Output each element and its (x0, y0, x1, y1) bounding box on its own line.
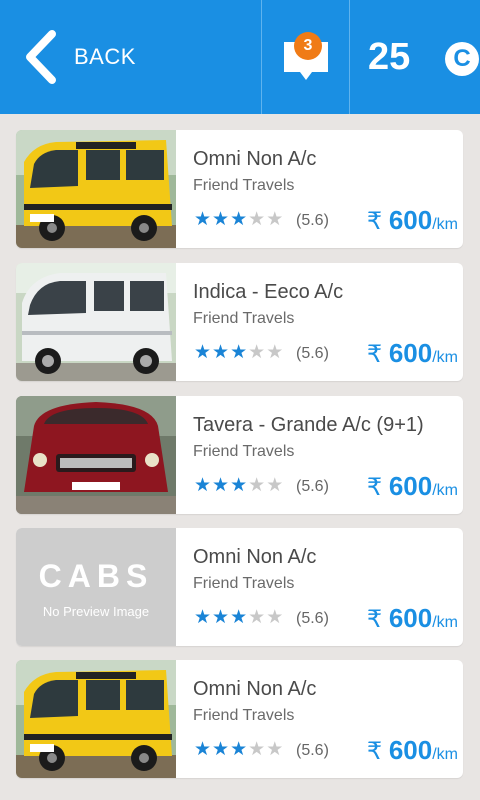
notification-badge: 3 (294, 32, 322, 60)
cab-card[interactable]: Omni Non A/c Friend Travels ★★★★★ (5.6) ₹ 60… (16, 660, 463, 778)
star-icon: ★ (194, 607, 213, 628)
star-icon: ★ (248, 607, 267, 628)
price-unit: /km (432, 216, 458, 233)
cab-card[interactable]: Omni Non A/c Friend Travels ★★★★★ (5.6) ₹ 60… (16, 130, 463, 248)
star-icon: ★ (230, 209, 249, 230)
rating-value: (5.6) (296, 345, 329, 362)
star-rating: ★★★★★ (194, 738, 284, 761)
star-icon: ★ (266, 209, 285, 230)
rupee-icon: ₹ (366, 474, 389, 501)
cab-title: Omni Non A/c (193, 148, 317, 170)
messages-button[interactable]: 3 (262, 0, 348, 114)
cab-photo (16, 396, 176, 514)
star-icon: ★ (212, 342, 231, 363)
rating-value: (5.6) (296, 212, 329, 229)
price: ₹ 600/km (367, 603, 458, 634)
star-icon: ★ (230, 475, 249, 496)
star-icon: ★ (248, 209, 267, 230)
price-unit: /km (432, 614, 458, 631)
no-preview-image: CABS No Preview Image (16, 528, 176, 646)
top-bar: BACK 3 25 C (0, 0, 480, 114)
star-icon: ★ (230, 342, 249, 363)
star-icon: ★ (266, 475, 285, 496)
company-name: Friend Travels (193, 707, 295, 724)
star-rating: ★★★★★ (194, 208, 284, 231)
price-amount: 600 (388, 471, 433, 501)
star-icon: ★ (212, 209, 231, 230)
cab-card[interactable]: CABS No Preview Image Omni Non A/c Friend T… (16, 528, 463, 646)
credits-count: 25 (368, 36, 411, 78)
cab-card[interactable]: Indica - Eeco A/c Friend Travels ★★★★★ (5.6… (16, 263, 463, 381)
cabs-logo-placeholder: CABS (38, 558, 154, 594)
price: ₹ 600/km (367, 471, 458, 502)
company-name: Friend Travels (193, 443, 295, 460)
star-icon: ★ (230, 607, 249, 628)
rupee-icon: ₹ (366, 341, 389, 368)
price: ₹ 600/km (367, 205, 458, 236)
cab-photo (16, 263, 176, 381)
price: ₹ 600/km (367, 338, 458, 369)
star-icon: ★ (248, 739, 267, 760)
back-button[interactable]: BACK (0, 0, 260, 114)
star-rating: ★★★★★ (194, 474, 284, 497)
rating-value: (5.6) (296, 742, 329, 759)
credits-display[interactable]: 25 C (350, 0, 480, 114)
star-rating: ★★★★★ (194, 606, 284, 629)
price-amount: 600 (388, 735, 433, 765)
rating-value: (5.6) (296, 610, 329, 627)
rupee-icon: ₹ (366, 606, 389, 633)
chevron-left-icon (26, 30, 56, 84)
coin-symbol: C (453, 45, 471, 72)
star-icon: ★ (212, 607, 231, 628)
cab-card[interactable]: Tavera - Grande A/c (9+1) Friend Travels ★… (16, 396, 463, 514)
star-rating: ★★★★★ (194, 341, 284, 364)
price-amount: 600 (388, 603, 433, 633)
price-unit: /km (432, 746, 458, 763)
cab-title: Omni Non A/c (193, 546, 317, 568)
price-amount: 600 (388, 338, 433, 368)
company-name: Friend Travels (193, 310, 295, 327)
star-icon: ★ (194, 209, 213, 230)
cab-title: Indica - Eeco A/c (193, 281, 344, 303)
rating-value: (5.6) (296, 478, 329, 495)
coin-icon: C (445, 42, 479, 76)
rupee-icon: ₹ (366, 738, 389, 765)
star-icon: ★ (212, 739, 231, 760)
company-name: Friend Travels (193, 575, 295, 592)
price-unit: /km (432, 482, 458, 499)
star-icon: ★ (194, 342, 213, 363)
star-icon: ★ (212, 475, 231, 496)
price-amount: 600 (388, 205, 433, 235)
price-unit: /km (432, 349, 458, 366)
cab-photo (16, 130, 176, 248)
no-preview-text: No Preview Image (42, 604, 150, 619)
rupee-icon: ₹ (366, 208, 389, 235)
star-icon: ★ (248, 342, 267, 363)
back-label: BACK (74, 44, 136, 69)
price: ₹ 600/km (367, 735, 458, 766)
star-icon: ★ (266, 607, 285, 628)
star-icon: ★ (248, 475, 267, 496)
company-name: Friend Travels (193, 177, 295, 194)
cab-title: Tavera - Grande A/c (9+1) (193, 414, 424, 436)
star-icon: ★ (194, 475, 213, 496)
star-icon: ★ (194, 739, 213, 760)
star-icon: ★ (266, 739, 285, 760)
cab-photo (16, 660, 176, 778)
star-icon: ★ (230, 739, 249, 760)
cab-title: Omni Non A/c (193, 678, 317, 700)
star-icon: ★ (266, 342, 285, 363)
